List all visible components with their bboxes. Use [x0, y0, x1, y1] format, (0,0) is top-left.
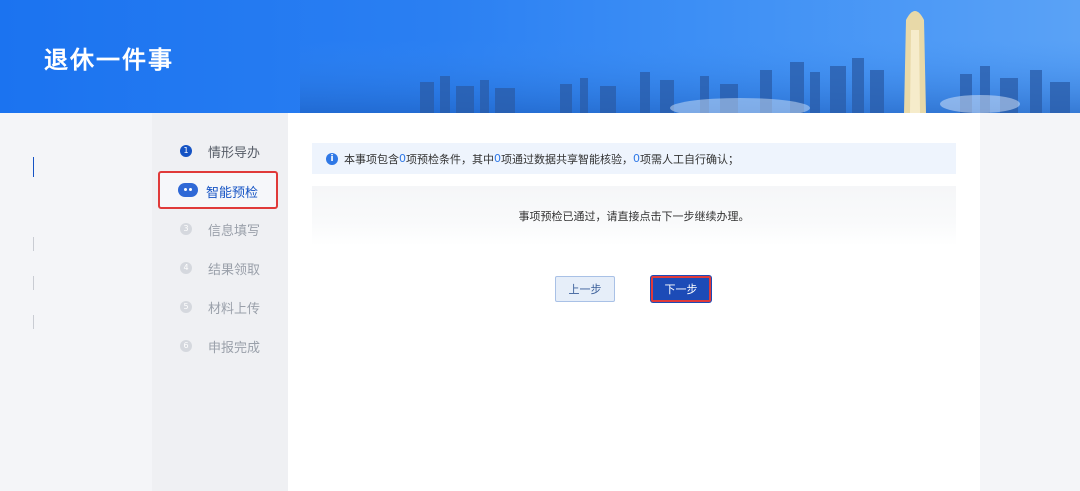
page-title: 退休一件事: [44, 46, 174, 74]
precheck-notice: i 本事项包含 0 项预检条件，其中 0 项通过数据共享智能核验， 0 项需人工自行确认；: [312, 143, 956, 174]
main-panel: i 本事项包含 0 项预检条件，其中 0 项通过数据共享智能核验， 0 项需人工自行确认； …: [288, 113, 980, 491]
right-margin: [980, 113, 1080, 491]
notice-text: 项通过数据共享智能核验，: [501, 152, 633, 166]
header-banner: 退休一件事: [0, 0, 1080, 113]
step-label: 智能预检: [206, 186, 259, 201]
step-material-upload[interactable]: 5 材料上传: [180, 295, 260, 319]
step-number-icon: 1: [180, 145, 192, 157]
step-smart-precheck[interactable]: 智能预检: [158, 171, 278, 209]
result-message: 事项预检已通过，请直接点击下一步继续办理。: [518, 210, 750, 223]
step-label: 信息填写: [208, 223, 261, 239]
step-label: 材料上传: [208, 301, 261, 317]
notice-count-shared: 0: [494, 152, 501, 165]
step-label: 情形导办: [208, 145, 261, 161]
step-connector: [33, 276, 34, 290]
step-number-icon: 5: [180, 301, 192, 313]
step-label: 申报完成: [208, 340, 261, 356]
notice-text: 项预检条件，其中: [406, 152, 494, 166]
step-submission-complete[interactable]: 6 申报完成: [180, 334, 260, 358]
notice-text: 本事项包含: [344, 152, 399, 166]
step-connector: [33, 315, 34, 329]
step-label: 结果领取: [208, 262, 261, 278]
next-step-button[interactable]: 下一步: [651, 276, 711, 302]
notice-count-total: 0: [399, 152, 406, 165]
robot-icon: [178, 183, 198, 197]
notice-text: 项需人工自行确认；: [640, 152, 739, 166]
step-result-collect[interactable]: 4 结果领取: [180, 256, 260, 280]
step-number-icon: 3: [180, 223, 192, 235]
notice-count-manual: 0: [633, 152, 640, 165]
step-connector: [33, 237, 34, 251]
step-info-fill[interactable]: 3 信息填写: [180, 217, 260, 241]
previous-step-button[interactable]: 上一步: [555, 276, 615, 302]
info-icon: i: [326, 152, 338, 165]
precheck-result: 事项预检已通过，请直接点击下一步继续办理。: [312, 186, 956, 246]
step-number-icon: 4: [180, 262, 192, 274]
step-number-icon: 6: [180, 340, 192, 352]
step-connector: [33, 157, 34, 177]
left-margin: [0, 113, 152, 491]
step-situation-guide[interactable]: 1 情形导办: [180, 139, 260, 163]
